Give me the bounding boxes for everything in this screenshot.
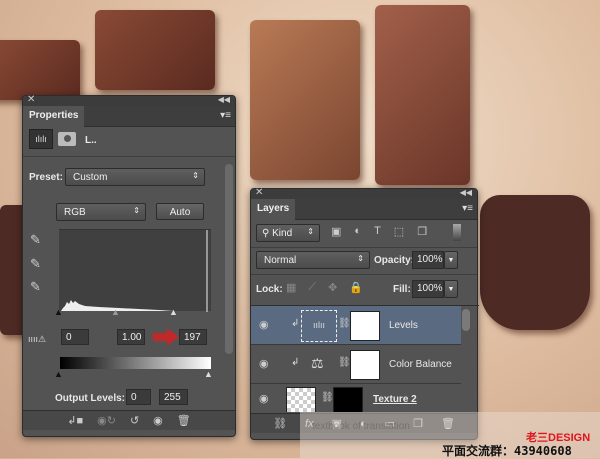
filter-pixel-icon[interactable]: ▣: [331, 225, 341, 238]
filter-shape-icon[interactable]: ⬚: [394, 225, 404, 238]
output-white-field[interactable]: 255: [159, 389, 188, 405]
levels-icon[interactable]: ılılı: [29, 129, 53, 149]
preset-select[interactable]: Custom ⇕: [65, 168, 205, 186]
layer-type-label: L..: [85, 135, 97, 146]
layer-row-color-balance[interactable]: ◉ ↲ ⚖ ⛓ Color Balance: [251, 345, 461, 384]
output-levels-label: Output Levels:: [55, 393, 126, 404]
layer-mask-thumbnail[interactable]: [350, 350, 380, 380]
filter-kind-select[interactable]: ⚲ Kind ⇕: [256, 224, 320, 242]
link-icon[interactable]: ⛓: [338, 318, 351, 329]
lock-position-icon[interactable]: ✥: [328, 281, 337, 294]
output-black-slider[interactable]: ▲: [54, 369, 63, 379]
close-icon[interactable]: ✕: [255, 187, 263, 198]
opacity-field[interactable]: 100%: [412, 251, 444, 269]
layer-thumbnail[interactable]: [286, 387, 316, 412]
visibility-icon[interactable]: ◉: [259, 318, 269, 331]
reset-icon[interactable]: ↺: [130, 414, 139, 427]
fill-dropdown[interactable]: ▼: [444, 280, 458, 298]
close-icon[interactable]: ✕: [27, 94, 35, 105]
clip-indicator-icon: ↲: [291, 357, 300, 368]
chocolate-letter: [95, 10, 215, 90]
layer-name[interactable]: Texture 2: [373, 394, 417, 405]
layer-name[interactable]: Levels: [389, 320, 418, 331]
red-arrow-icon: [153, 328, 179, 346]
layer-mask-thumbnail[interactable]: [333, 387, 363, 412]
fill-label: Fill:: [393, 284, 411, 295]
preset-label: Preset:: [29, 172, 63, 183]
tab-properties[interactable]: Properties: [23, 106, 85, 127]
channel-select[interactable]: RGB ⇕: [56, 203, 146, 221]
black-point-slider[interactable]: ▲: [54, 307, 63, 317]
output-gradient: [60, 357, 211, 369]
output-white-slider[interactable]: ▲: [204, 369, 213, 379]
trash-icon[interactable]: 🗑: [177, 414, 191, 427]
watermark-group: 平面交流群：43940608: [442, 444, 572, 458]
collapse-icon[interactable]: ◀◀: [460, 188, 472, 197]
view-previous-icon[interactable]: ◉↻: [97, 414, 116, 427]
layer-row-texture-2[interactable]: ◉ ⛓ Texture 2: [251, 384, 461, 412]
eyedropper-white-icon[interactable]: ✎: [30, 279, 41, 295]
scrollbar[interactable]: [225, 164, 233, 354]
layer-name[interactable]: Color Balance: [389, 359, 452, 370]
watermark-faint-text: textbook of translation: [312, 421, 410, 432]
auto-button[interactable]: Auto: [156, 203, 204, 220]
lock-label: Lock:: [256, 284, 283, 295]
clip-to-layer-icon[interactable]: ↲■: [67, 414, 83, 427]
preset-value: Custom: [73, 172, 108, 183]
filter-type-icon[interactable]: T: [374, 225, 381, 238]
filter-kind-value: Kind: [272, 228, 293, 239]
divider: [23, 156, 235, 157]
filter-smart-object-icon[interactable]: ❐: [417, 225, 427, 238]
lock-all-icon[interactable]: 🔒: [349, 281, 363, 294]
input-black-field[interactable]: 0: [61, 329, 89, 345]
visibility-icon[interactable]: ◉: [259, 392, 269, 405]
visibility-icon[interactable]: ◉: [259, 357, 269, 370]
link-icon[interactable]: ⛓: [321, 392, 334, 403]
color-balance-icon: ⚖: [311, 355, 324, 371]
layer-row-levels[interactable]: ◉ ↲ ıılıı ⛓ Levels: [251, 306, 461, 345]
layers-panel: ✕ ◀◀ Layers ▾≡ ⚲ Kind ⇕ ▣ ◐ T ⬚ ❐ Normal ⇕ Opaci…: [250, 187, 479, 440]
layer-list: ◉ ↲ ıılıı ⛓ Levels ◉ ↲ ⚖ ⛓ Color Balance…: [251, 305, 479, 412]
layer-mask-thumbnail[interactable]: [350, 311, 380, 341]
input-gamma-field[interactable]: 1.00: [117, 329, 145, 345]
white-point-slider[interactable]: ▲: [169, 307, 178, 317]
histogram: [59, 229, 211, 312]
opacity-label: Opacity:: [374, 255, 415, 266]
link-icon[interactable]: ⛓: [338, 357, 351, 368]
panel-menu-icon[interactable]: ▾≡: [220, 110, 231, 121]
properties-panel: ✕ ◀◀ Properties ▾≡ ılılı L.. Preset: Custo…: [22, 94, 236, 437]
tab-layers[interactable]: Layers: [251, 199, 296, 220]
opacity-dropdown[interactable]: ▼: [444, 251, 458, 269]
clip-indicator-icon: ↲: [291, 318, 300, 329]
visibility-icon[interactable]: ◉: [153, 414, 163, 427]
clip-warning-icon[interactable]: ıııı⚠: [28, 334, 46, 345]
lock-image-icon[interactable]: ⟋: [308, 281, 316, 294]
chocolate-letter: [375, 5, 470, 185]
channel-value: RGB: [64, 207, 86, 218]
mask-icon[interactable]: [58, 132, 76, 146]
collapse-icon[interactable]: ◀◀: [218, 95, 230, 104]
link-layers-icon[interactable]: ⛓: [273, 417, 287, 430]
chocolate-letter: [0, 40, 80, 100]
levels-adjustment-icon: ıılıı: [301, 310, 337, 342]
gamma-slider[interactable]: ▲: [111, 307, 120, 317]
search-icon: ⚲: [262, 228, 273, 239]
eyedropper-gray-icon[interactable]: ✎: [30, 256, 41, 272]
lock-transparent-icon[interactable]: ▦: [286, 281, 296, 294]
eyedropper-black-icon[interactable]: ✎: [30, 232, 41, 248]
chocolate-letter: [250, 20, 360, 180]
panel-menu-icon[interactable]: ▾≡: [462, 203, 473, 214]
filter-adjustment-icon[interactable]: ◐: [354, 225, 361, 238]
input-white-field[interactable]: 197: [179, 329, 207, 345]
filter-toggle[interactable]: [453, 224, 461, 241]
blend-mode-value: Normal: [264, 255, 297, 266]
fill-field[interactable]: 100%: [412, 280, 444, 298]
chocolate-letter: [480, 195, 590, 330]
blend-mode-select[interactable]: Normal ⇕: [256, 251, 370, 269]
output-black-field[interactable]: 0: [126, 389, 151, 405]
scrollbar[interactable]: [462, 309, 470, 331]
